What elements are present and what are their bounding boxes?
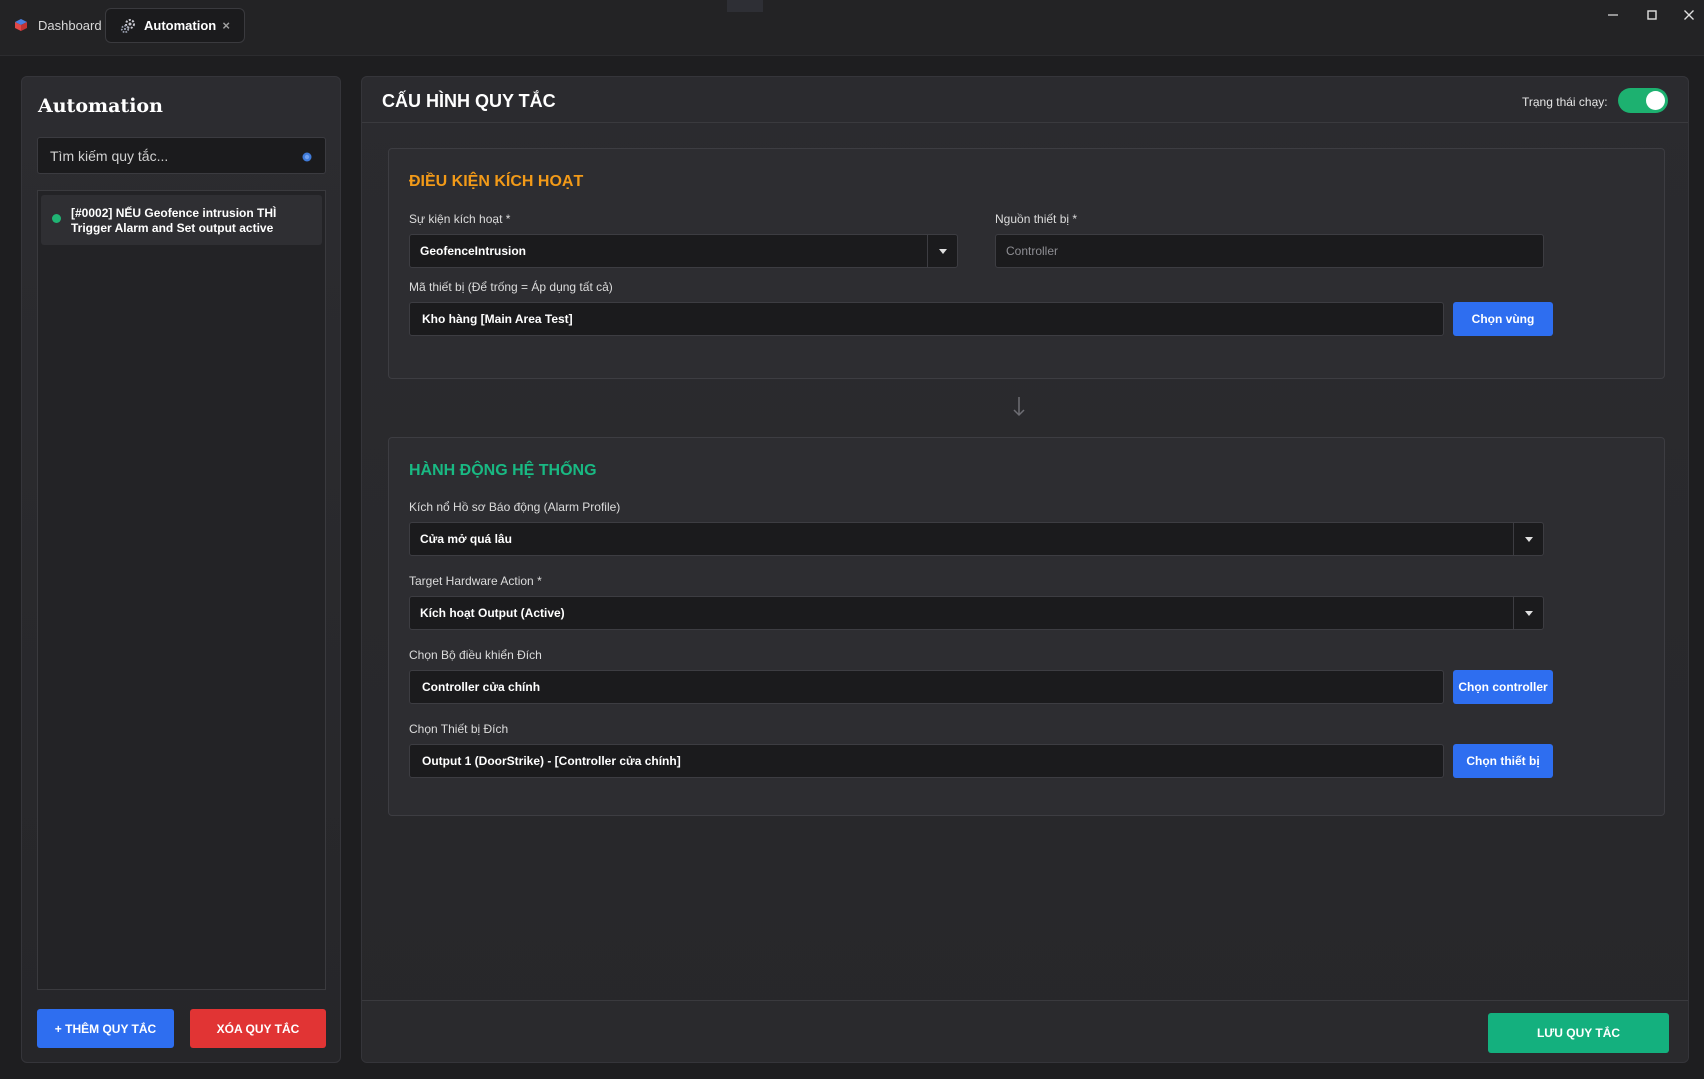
target-device-label: Chọn Thiết bị Đích: [409, 722, 509, 736]
delete-rule-button[interactable]: XÓA QUY TẮC: [190, 1009, 326, 1048]
search-box: [37, 137, 326, 174]
gears-icon: [120, 18, 136, 34]
run-status-label: Trạng thái chạy:: [1522, 95, 1608, 109]
search-icon[interactable]: [301, 150, 313, 162]
rule-label: [#0002] NẾU Geofence intrusion THÌ Trigg…: [71, 206, 277, 235]
rules-sidebar: Automation [#0002] NẾU Geofence intrusio…: [21, 76, 341, 1063]
target-device-field[interactable]: Output 1 (DoorStrike) - [Controller cửa …: [409, 744, 1444, 778]
hw-action-label: Target Hardware Action *: [409, 574, 542, 588]
chevron-down-icon[interactable]: [927, 235, 957, 267]
alarm-select[interactable]: Cửa mở quá lâu: [409, 522, 1544, 556]
arrow-down-icon: [1012, 395, 1026, 419]
event-value: GeofenceIntrusion: [420, 244, 527, 258]
trigger-section: ĐIỀU KIỆN KÍCH HOẠT Sự kiện kích hoạt * …: [388, 148, 1665, 379]
save-rule-button[interactable]: LƯU QUY TẮC: [1488, 1013, 1669, 1053]
close-tab-icon[interactable]: ×: [222, 18, 230, 33]
title-bar: Dashboard Automation ×: [0, 0, 1704, 56]
status-dot: [52, 214, 61, 223]
action-section: HÀNH ĐỘNG HỆ THỐNG Kích nổ Hồ sơ Báo độn…: [388, 437, 1665, 816]
alarm-label: Kích nổ Hồ sơ Báo động (Alarm Profile): [409, 500, 621, 514]
choose-device-button[interactable]: Chọn thiết bị: [1453, 744, 1553, 778]
source-label: Nguồn thiết bị *: [995, 212, 1078, 226]
drag-handle[interactable]: [727, 0, 763, 12]
alarm-value: Cửa mở quá lâu: [420, 532, 512, 546]
page-title: CẤU HÌNH QUY TẮC: [382, 91, 556, 111]
controller-value: Controller cửa chính: [422, 680, 541, 694]
source-field[interactable]: Controller: [995, 234, 1544, 268]
tab-label: Dashboard: [38, 18, 102, 33]
run-status-toggle[interactable]: [1618, 88, 1668, 113]
sidebar-title: Automation: [38, 95, 163, 117]
rule-config-panel: CẤU HÌNH QUY TẮC Trạng thái chạy: ĐIỀU K…: [361, 76, 1689, 1063]
hw-action-select[interactable]: Kích hoạt Output (Active): [409, 596, 1544, 630]
tab-dashboard[interactable]: Dashboard: [14, 8, 102, 43]
chevron-down-icon[interactable]: [1513, 597, 1543, 629]
event-label: Sự kiện kích hoạt *: [409, 212, 511, 226]
target-device-value: Output 1 (DoorStrike) - [Controller cửa …: [422, 754, 681, 768]
trigger-section-title: ĐIỀU KIỆN KÍCH HOẠT: [409, 173, 584, 190]
event-select[interactable]: GeofenceIntrusion: [409, 234, 958, 268]
rule-list: [#0002] NẾU Geofence intrusion THÌ Trigg…: [37, 190, 326, 990]
panel-footer: LƯU QUY TẮC: [362, 1000, 1688, 1062]
panel-header: CẤU HÌNH QUY TẮC Trạng thái chạy:: [362, 77, 1688, 123]
hw-action-value: Kích hoạt Output (Active): [420, 606, 565, 620]
chevron-down-icon[interactable]: [1513, 523, 1543, 555]
device-label: Mã thiết bị (Để trống = Áp dụng tất cả): [409, 280, 613, 294]
maximize-button[interactable]: [1639, 6, 1665, 24]
tab-automation[interactable]: Automation ×: [105, 8, 245, 43]
action-section-title: HÀNH ĐỘNG HỆ THỐNG: [409, 462, 597, 479]
choose-zone-button[interactable]: Chọn vùng: [1453, 302, 1553, 336]
source-placeholder: Controller: [1006, 244, 1059, 258]
list-item[interactable]: [#0002] NẾU Geofence intrusion THÌ Trigg…: [41, 195, 322, 245]
controller-field[interactable]: Controller cửa chính: [409, 670, 1444, 704]
add-rule-button[interactable]: + THÊM QUY TẮC: [37, 1009, 174, 1048]
toggle-knob: [1646, 91, 1665, 110]
choose-controller-button[interactable]: Chọn controller: [1453, 670, 1553, 704]
cube-icon: [14, 18, 30, 34]
controller-label: Chọn Bộ điều khiển Đích: [409, 648, 542, 662]
device-field[interactable]: Kho hàng [Main Area Test]: [409, 302, 1444, 336]
device-value: Kho hàng [Main Area Test]: [422, 312, 573, 326]
search-input[interactable]: [38, 138, 325, 173]
tab-label: Automation: [144, 18, 217, 33]
close-window-button[interactable]: [1676, 6, 1702, 24]
minimize-button[interactable]: [1600, 6, 1626, 24]
